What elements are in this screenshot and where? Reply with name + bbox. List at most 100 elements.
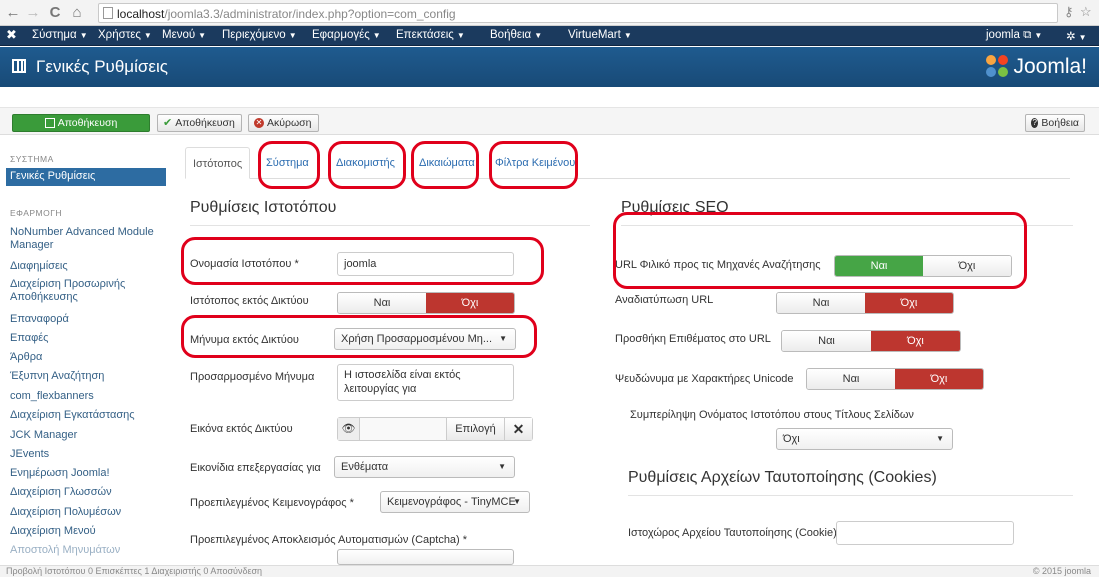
default-captcha-label: Προεπιλεγμένος Αποκλεισμός Αυτοματισμών … [190, 534, 468, 546]
menu-item-help[interactable]: Βοήθεια ▼ [490, 29, 542, 41]
sidebar-item[interactable]: Διαφημίσεις [10, 260, 168, 273]
reload-icon[interactable]: C [46, 4, 64, 22]
toolbar: Αποθήκευση ✔ Αποθήκευση ✕ Ακύρωση ? Βοήθεια [0, 107, 1099, 135]
sidebar-item[interactable]: Διαχείριση Εγκατάστασης [10, 409, 168, 422]
url-rewrite-toggle[interactable]: Ναι Όχι [776, 292, 954, 314]
annotation-oval-text-filters-tab [489, 141, 578, 189]
sidebar-item[interactable]: Διαχείριση Μενού [10, 525, 168, 538]
custom-message-textarea[interactable]: Η ιστοσελίδα είναι εκτός λειτουργίας για [337, 364, 514, 401]
title-bar: Γενικές Ρυθμίσεις Joomla! [0, 47, 1099, 87]
settings-gear-icon[interactable]: ✲ ▼ [1066, 29, 1087, 43]
section-divider [628, 495, 1073, 496]
bookmark-star-icon[interactable]: ☆ [1080, 4, 1092, 20]
forward-icon[interactable]: → [24, 4, 42, 22]
joomla-logo-icon [986, 55, 1010, 79]
unicode-aliases-no[interactable]: Όχι [895, 369, 983, 389]
site-offline-yes[interactable]: Ναι [338, 293, 426, 313]
user-menu[interactable]: joomla ⧉ ▼ [986, 29, 1042, 42]
external-link-icon: ⧉ [1023, 29, 1032, 41]
admin-top-menu: ✖ Σύστημα ▼ Χρήστες ▼ Μενού ▼ Περιεχόμενο ▼ … [0, 26, 1099, 46]
url-suffix-label: Προσθήκη Επιθέματος στο URL [615, 333, 771, 345]
sidebar-item[interactable]: Διαχείριση Πολυμέσων [10, 506, 168, 519]
annotation-oval-site-name [181, 237, 544, 285]
url-rewrite-label: Αναδιατύπωση URL [615, 294, 714, 306]
default-editor-select[interactable]: Κειμενογράφος - TinyMCE ▼ [380, 491, 530, 513]
sidebar-item[interactable]: JEvents [10, 448, 168, 461]
page-icon [103, 7, 113, 19]
sidebar-item[interactable]: Έξυπνη Αναζήτηση [10, 370, 168, 383]
annotation-oval-server-tab [328, 141, 406, 189]
edit-icons-select[interactable]: Ενθέματα ▼ [334, 456, 515, 478]
cookie-domain-label: Ιστοχώρος Αρχείου Ταυτοποίησης (Cookie) [628, 527, 837, 539]
cookie-domain-input[interactable] [836, 521, 1014, 545]
menu-item-users[interactable]: Χρήστες ▼ [98, 29, 152, 41]
help-button[interactable]: ? Βοήθεια [1025, 114, 1085, 132]
help-icon: ? [1031, 118, 1039, 128]
joomla-logo: Joomla! [986, 53, 1087, 81]
url-rewrite-no[interactable]: Όχι [865, 293, 953, 313]
browser-address-bar: ← → C ⌂ localhost/joomla3.3/administrato… [0, 0, 1099, 26]
site-settings-title: Ρυθμίσεις Ιστοτόπου [190, 199, 337, 216]
unicode-aliases-toggle[interactable]: Ναι Όχι [806, 368, 984, 390]
status-bar: Προβολή Ιστοτόπου 0 Επισκέπτες 1 Διαχειρ… [0, 565, 1099, 577]
unicode-aliases-yes[interactable]: Ναι [807, 369, 895, 389]
annotation-oval-offline-message [181, 315, 537, 358]
clear-icon[interactable]: ✕ [504, 418, 532, 440]
sidebar-item[interactable]: Διαχείριση Προσωρινής Αποθήκευσης [10, 278, 168, 304]
edit-icons-label: Εικονίδια επεξεργασίας για [190, 462, 321, 474]
sidebar-item[interactable]: com_flexbanners [10, 390, 168, 403]
sidebar-item[interactable]: Διαχείριση Γλωσσών [10, 486, 168, 499]
home-icon[interactable]: ⌂ [68, 4, 86, 22]
status-text: Προβολή Ιστοτόπου 0 Επισκέπτες 1 Διαχειρ… [6, 566, 263, 576]
menu-item-components[interactable]: Εφαρμογές ▼ [312, 29, 381, 41]
url-suffix-no[interactable]: Όχι [871, 331, 960, 351]
annotation-oval-system-tab [258, 141, 320, 189]
joomla-menu-logo-icon[interactable]: ✖ [6, 28, 20, 42]
site-offline-no[interactable]: Όχι [426, 293, 514, 313]
sidebar-item-global-configuration[interactable]: Γενικές Ρυθμίσεις [6, 168, 166, 186]
url-suffix-toggle[interactable]: Ναι Όχι [781, 330, 961, 352]
sidebar-item[interactable]: Ενημέρωση Joomla! [10, 467, 168, 480]
sidebar-item[interactable]: NoNumber Advanced Module Manager [10, 226, 168, 252]
url-input[interactable]: localhost/joomla3.3/administrator/index.… [98, 3, 1058, 23]
sitename-in-titles-select[interactable]: Όχι ▼ [776, 428, 953, 450]
sidebar-item[interactable]: Επαναφορά [10, 313, 168, 326]
key-icon[interactable]: ⚷ [1064, 4, 1074, 20]
annotation-oval-permissions-tab [411, 141, 479, 189]
sidebar-item[interactable]: Αποστολή Μηνυμάτων [10, 544, 168, 557]
cancel-button[interactable]: ✕ Ακύρωση [248, 114, 319, 132]
default-editor-label: Προεπιλεγμένος Κειμενογράφος * [190, 497, 354, 509]
offline-image-field: 👁 Επιλογή ✕ [337, 417, 533, 441]
sitename-in-titles-label: Συμπερίληψη Ονόματος Ιστοτόπου στους Τίτ… [630, 409, 914, 421]
caret-down-icon: ▼ [513, 497, 521, 506]
sidebar-item[interactable]: JCK Manager [10, 429, 168, 442]
tab-site[interactable]: Ιστότοπος [185, 147, 251, 179]
url-path: /joomla3.3/administrator/index.php?optio… [164, 7, 456, 21]
menu-item-extensions[interactable]: Επεκτάσεις ▼ [396, 29, 465, 41]
site-offline-label: Ιστότοπος εκτός Δικτύου [190, 295, 309, 307]
cookie-settings-title: Ρυθμίσεις Αρχείων Ταυτοποίησης (Cookies) [628, 469, 937, 486]
joomla-brand-text: Joomla! [1013, 55, 1087, 78]
url-host: localhost [117, 7, 165, 21]
default-captcha-select[interactable] [337, 549, 514, 565]
page-title: Γενικές Ρυθμίσεις [36, 57, 168, 76]
back-icon[interactable]: ← [4, 4, 22, 22]
image-select-button[interactable]: Επιλογή [446, 418, 504, 440]
eye-icon[interactable]: 👁 [338, 418, 360, 440]
url-rewrite-yes[interactable]: Ναι [777, 293, 865, 313]
sidebar-item[interactable]: Άρθρα [10, 351, 168, 364]
section-divider [190, 225, 590, 226]
annotation-oval-sef-urls [613, 212, 1027, 289]
menu-item-menus[interactable]: Μενού ▼ [162, 29, 206, 41]
check-icon: ✔ [163, 117, 173, 129]
caret-down-icon: ▼ [936, 434, 944, 443]
menu-item-content[interactable]: Περιεχόμενο ▼ [222, 29, 297, 41]
site-offline-toggle[interactable]: Ναι Όχι [337, 292, 515, 314]
menu-item-virtuemart[interactable]: VirtueMart ▼ [568, 29, 632, 41]
cancel-icon: ✕ [254, 118, 264, 128]
save-close-button[interactable]: Αποθήκευση [12, 114, 150, 132]
url-suffix-yes[interactable]: Ναι [782, 331, 871, 351]
menu-item-system[interactable]: Σύστημα ▼ [32, 29, 88, 41]
save-button[interactable]: ✔ Αποθήκευση [157, 114, 242, 132]
sidebar-item[interactable]: Επαφές [10, 332, 168, 345]
